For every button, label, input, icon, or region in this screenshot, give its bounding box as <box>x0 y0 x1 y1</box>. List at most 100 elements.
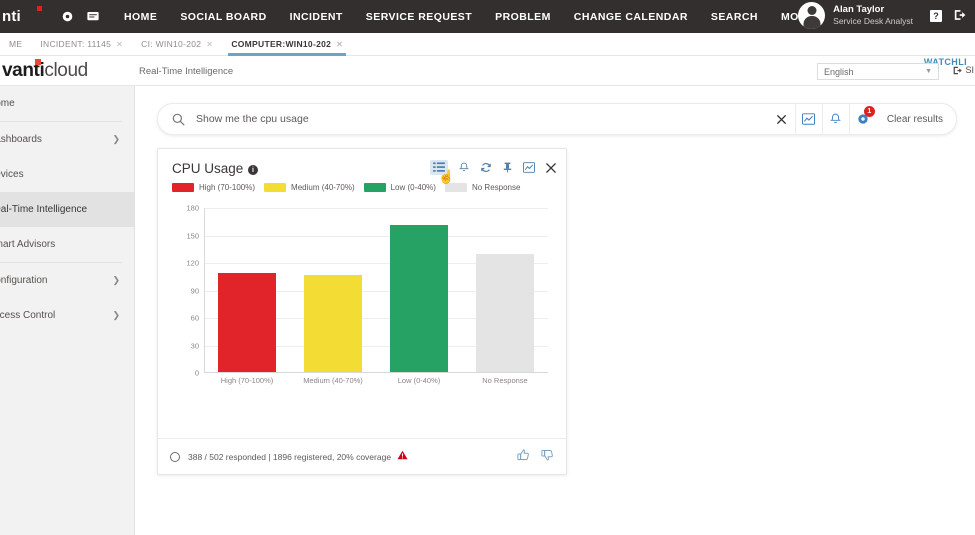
topnav-links: HOME SOCIAL BOARD INCIDENT SERVICE REQUE… <box>124 11 824 23</box>
signout-link[interactable]: SI <box>953 65 974 75</box>
sidebar-item-access-control[interactable]: Access Control ❯ <box>0 298 134 333</box>
sidebar-item-smart-advisors[interactable]: Smart Advisors <box>0 227 134 262</box>
y-axis-tick: 90 <box>190 286 199 295</box>
sidebar-item-configuration[interactable]: Configuration ❯ <box>0 263 134 298</box>
tab-ci-win10-202[interactable]: CI: WIN10-202 ✕ <box>132 33 222 56</box>
topnav-icon-group <box>62 11 99 22</box>
gear-icon[interactable]: 1 <box>848 104 876 134</box>
cpu-usage-card: CPU Usage i ☝ High (70-100%) Medium (40-… <box>157 148 567 475</box>
sidebar-item-label: Configuration <box>0 275 48 286</box>
y-axis-tick: 30 <box>190 341 199 350</box>
app-window: nti HOME SOCIAL BOARD INCIDENT SERVICE R… <box>0 0 975 535</box>
close-icon[interactable]: ✕ <box>116 40 123 49</box>
y-axis-tick: 0 <box>194 368 199 378</box>
pin-icon[interactable] <box>503 162 512 173</box>
nav-link-social-board[interactable]: SOCIAL BOARD <box>180 11 266 23</box>
nav-link-problem[interactable]: PROBLEM <box>495 11 551 23</box>
tab-me[interactable]: ME <box>0 33 31 56</box>
nav-link-home[interactable]: HOME <box>124 11 157 23</box>
chart-icon[interactable] <box>794 104 822 134</box>
chevron-right-icon: ❯ <box>112 134 120 144</box>
bar[interactable] <box>218 273 276 372</box>
signout-label: SI <box>965 65 974 75</box>
user-name: Alan Taylor <box>833 4 885 15</box>
bar-cell <box>290 208 376 372</box>
chevron-right-icon: ❯ <box>112 275 120 285</box>
search-toolbar: 1 Clear results <box>768 104 956 134</box>
user-profile[interactable]: Alan Taylor Service Desk Analyst <box>798 2 913 29</box>
warning-icon[interactable] <box>397 450 408 463</box>
feedback-controls <box>517 448 554 466</box>
sidebar-item-home[interactable]: Home <box>0 86 134 121</box>
sidebar-item-devices[interactable]: Devices <box>0 157 134 192</box>
page-title: Real-Time Intelligence <box>139 66 234 77</box>
bar-group <box>204 208 548 372</box>
bell-icon[interactable] <box>821 104 849 134</box>
card-header: CPU Usage i ☝ <box>158 149 566 186</box>
help-icon[interactable]: ? <box>930 10 942 22</box>
close-icon[interactable]: ✕ <box>336 40 343 49</box>
close-icon[interactable] <box>768 104 795 134</box>
card-status-text: 388 / 502 responded | 1896 registered, 2… <box>188 451 392 462</box>
logout-icon[interactable] <box>954 9 967 24</box>
bar-chart: 0 30 60 90 120 150 180 High (70-100%) Medium (4… <box>158 204 566 388</box>
sidebar-item-label: Dashboards <box>0 134 42 145</box>
bell-icon[interactable] <box>459 162 469 173</box>
refresh-icon[interactable] <box>480 162 492 173</box>
card-toolbar: ☝ <box>430 160 556 184</box>
details-list-icon[interactable]: ☝ <box>430 160 454 184</box>
status-circle-icon <box>170 451 180 462</box>
tab-label: CI: WIN10-202 <box>141 39 202 49</box>
messages-icon[interactable] <box>87 11 99 22</box>
y-axis-tick: 60 <box>190 313 199 323</box>
sidebar-item-label: Home <box>0 98 15 109</box>
sidebar-item-dashboards[interactable]: Dashboards ❯ <box>0 122 134 157</box>
nav-link-search[interactable]: SEARCH <box>711 11 758 23</box>
bar[interactable] <box>390 225 448 372</box>
nav-link-change-calendar[interactable]: CHANGE CALENDAR <box>574 11 688 23</box>
y-axis: 0 30 60 90 120 150 180 <box>172 204 204 378</box>
nav-link-incident[interactable]: INCIDENT <box>290 11 343 23</box>
search-bar[interactable]: Show me the cpu usage 1 Clear results <box>157 103 957 135</box>
language-select-value: English <box>824 66 854 77</box>
bar[interactable] <box>476 253 534 372</box>
x-axis-labels: High (70-100%) Medium (40-70%) Low (0-40%)… <box>204 376 548 385</box>
vanticloud-logo: vanticloud <box>2 59 88 81</box>
bar[interactable] <box>304 274 362 372</box>
thumbs-down-icon[interactable] <box>541 448 554 466</box>
card-title: CPU Usage <box>172 161 244 176</box>
y-axis-tick: 120 <box>186 258 199 268</box>
settings-icon[interactable] <box>62 11 73 22</box>
sidebar-item-label: Devices <box>0 169 24 180</box>
sidebar-item-real-time-intelligence[interactable]: Real-Time Intelligence <box>0 192 134 227</box>
nav-link-service-request[interactable]: SERVICE REQUEST <box>366 11 472 23</box>
avatar <box>798 2 826 29</box>
language-select[interactable]: English ▼ <box>817 63 939 80</box>
search-input[interactable]: Show me the cpu usage <box>196 113 309 125</box>
info-icon[interactable]: i <box>248 165 258 175</box>
tab-label: ME <box>9 39 23 49</box>
product-header: vanticloud Real-Time Intelligence WATCHL… <box>0 56 975 86</box>
bar-cell <box>462 208 548 372</box>
main-content: Show me the cpu usage 1 Clear results CP… <box>135 86 975 535</box>
close-icon[interactable] <box>546 162 556 173</box>
logo-light-text: cloud <box>44 60 88 81</box>
tab-computer-win10-202[interactable]: COMPUTER:WIN10-202 ✕ <box>222 33 352 56</box>
chart-icon[interactable] <box>523 162 535 173</box>
tab-incident-11145[interactable]: INCIDENT: 11145 ✕ <box>31 33 132 56</box>
y-axis-tick: 150 <box>186 231 199 240</box>
tab-label: COMPUTER:WIN10-202 <box>231 39 332 49</box>
chevron-right-icon: ❯ <box>112 310 120 320</box>
x-axis-tick-label: High (70-100%) <box>220 376 274 385</box>
close-icon[interactable]: ✕ <box>206 40 213 49</box>
bar-cell <box>204 208 290 372</box>
y-axis-tick: 180 <box>186 203 199 213</box>
gear-badge: 1 <box>863 106 875 117</box>
sidebar-item-label: Smart Advisors <box>0 239 56 250</box>
brand-mark: nti <box>2 6 44 25</box>
clear-results-button[interactable]: Clear results <box>876 114 956 125</box>
sidebar-item-label: Real-Time Intelligence <box>0 204 88 215</box>
user-role: Service Desk Analyst <box>833 16 913 26</box>
thumbs-up-icon[interactable] <box>517 448 530 466</box>
x-axis-tick-label: Low (0-40%) <box>397 376 441 385</box>
